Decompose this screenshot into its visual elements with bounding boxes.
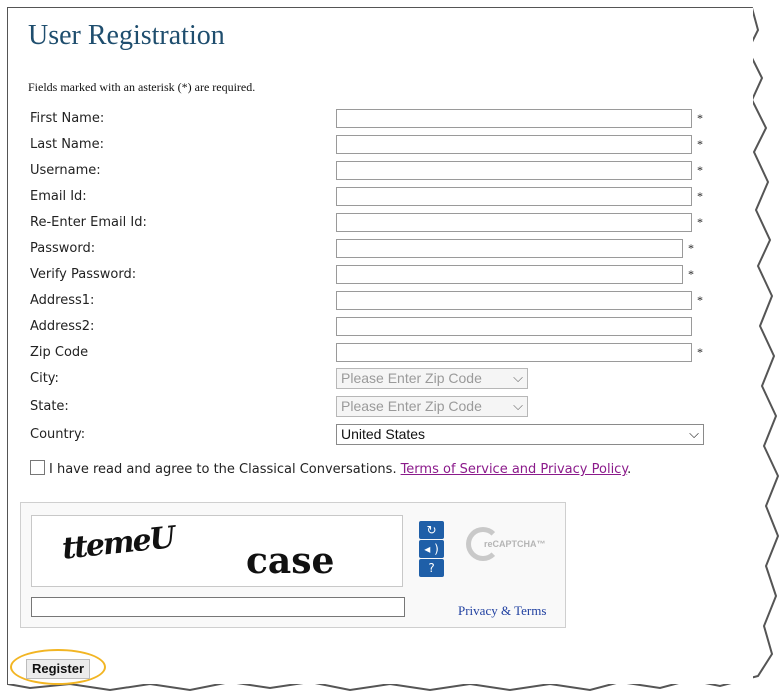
field-row-state: State: Please Enter Zip Code ⌵ (30, 396, 730, 418)
required-mark: * (697, 189, 703, 203)
field-row-email: Email Id: * (30, 186, 730, 208)
required-mark: * (697, 163, 703, 177)
country-select-value: United States (341, 426, 426, 442)
required-mark: * (697, 137, 703, 151)
field-row-address1: Address1: * (30, 290, 730, 312)
reenter-email-label: Re-Enter Email Id: (30, 215, 147, 230)
captcha-controls: ↻ ◂ ) ? (419, 521, 446, 578)
captcha-word-1: ttemeU (60, 520, 176, 567)
state-label: State: (30, 399, 69, 414)
field-row-password: Password: * (30, 238, 730, 260)
required-note: Fields marked with an asterisk (*) are r… (28, 80, 256, 94)
state-select[interactable]: Please Enter Zip Code ⌵ (336, 396, 528, 417)
field-row-verify-password: Verify Password: * (30, 264, 730, 286)
last-name-label: Last Name: (30, 137, 104, 152)
address2-input[interactable] (336, 317, 692, 336)
country-label: Country: (30, 427, 86, 442)
address1-label: Address1: (30, 293, 95, 308)
required-mark: * (697, 111, 703, 125)
agree-checkbox[interactable] (30, 460, 45, 475)
agreement-period: . (627, 462, 632, 477)
agreement-text: I have read and agree to the Classical C… (49, 462, 397, 477)
captcha-input[interactable] (31, 597, 405, 617)
reenter-email-input[interactable] (336, 213, 692, 232)
zip-label: Zip Code (30, 345, 89, 360)
field-row-country: Country: United States ⌵ (30, 424, 730, 446)
chevron-down-icon: ⌵ (513, 398, 523, 413)
required-mark: * (688, 241, 694, 255)
city-label: City: (30, 371, 59, 386)
chevron-down-icon: ⌵ (689, 426, 699, 441)
city-select-value: Please Enter Zip Code (341, 370, 482, 386)
field-row-zip: Zip Code * (30, 342, 730, 364)
required-mark: * (688, 267, 694, 281)
page-title: User Registration (28, 20, 225, 51)
audio-icon[interactable]: ◂ ) (419, 540, 444, 558)
username-input[interactable] (336, 161, 692, 180)
first-name-input[interactable] (336, 109, 692, 128)
privacy-terms-link[interactable]: Privacy & Terms (458, 603, 546, 619)
field-row-first-name: First Name: * (30, 108, 730, 130)
password-input[interactable] (336, 239, 683, 258)
first-name-label: First Name: (30, 111, 105, 126)
address1-input[interactable] (336, 291, 692, 310)
agreement-row: I have read and agree to the Classical C… (30, 460, 631, 477)
email-label: Email Id: (30, 189, 87, 204)
chevron-down-icon: ⌵ (513, 370, 523, 385)
reload-icon[interactable]: ↻ (419, 521, 444, 539)
field-row-address2: Address2: (30, 316, 730, 338)
last-name-input[interactable] (336, 135, 692, 154)
field-row-reenter-email: Re-Enter Email Id: * (30, 212, 730, 234)
username-label: Username: (30, 163, 101, 178)
required-mark: * (697, 345, 703, 359)
captcha-widget: ttemeU case ↻ ◂ ) ? reCAPTCHA™ Privacy &… (20, 502, 566, 628)
field-row-last-name: Last Name: * (30, 134, 730, 156)
recaptcha-logo: reCAPTCHA™ (466, 517, 561, 577)
field-row-username: Username: * (30, 160, 730, 182)
captcha-word-2: case (246, 540, 335, 582)
password-label: Password: (30, 241, 96, 256)
terms-link[interactable]: Terms of Service and Privacy Policy (401, 462, 628, 477)
required-mark: * (697, 215, 703, 229)
captcha-image: ttemeU case (31, 515, 403, 587)
zip-input[interactable] (336, 343, 692, 362)
registration-page: User Registration Fields marked with an … (8, 8, 753, 685)
field-row-city: City: Please Enter Zip Code ⌵ (30, 368, 730, 390)
city-select[interactable]: Please Enter Zip Code ⌵ (336, 368, 528, 389)
recaptcha-brand: reCAPTCHA™ (484, 539, 546, 549)
state-select-value: Please Enter Zip Code (341, 398, 482, 414)
verify-password-label: Verify Password: (30, 267, 137, 282)
address2-label: Address2: (30, 319, 95, 334)
country-select[interactable]: United States ⌵ (336, 424, 704, 445)
required-mark: * (697, 293, 703, 307)
help-icon[interactable]: ? (419, 559, 444, 577)
verify-password-input[interactable] (336, 265, 683, 284)
email-input[interactable] (336, 187, 692, 206)
register-button[interactable]: Register (26, 659, 91, 679)
